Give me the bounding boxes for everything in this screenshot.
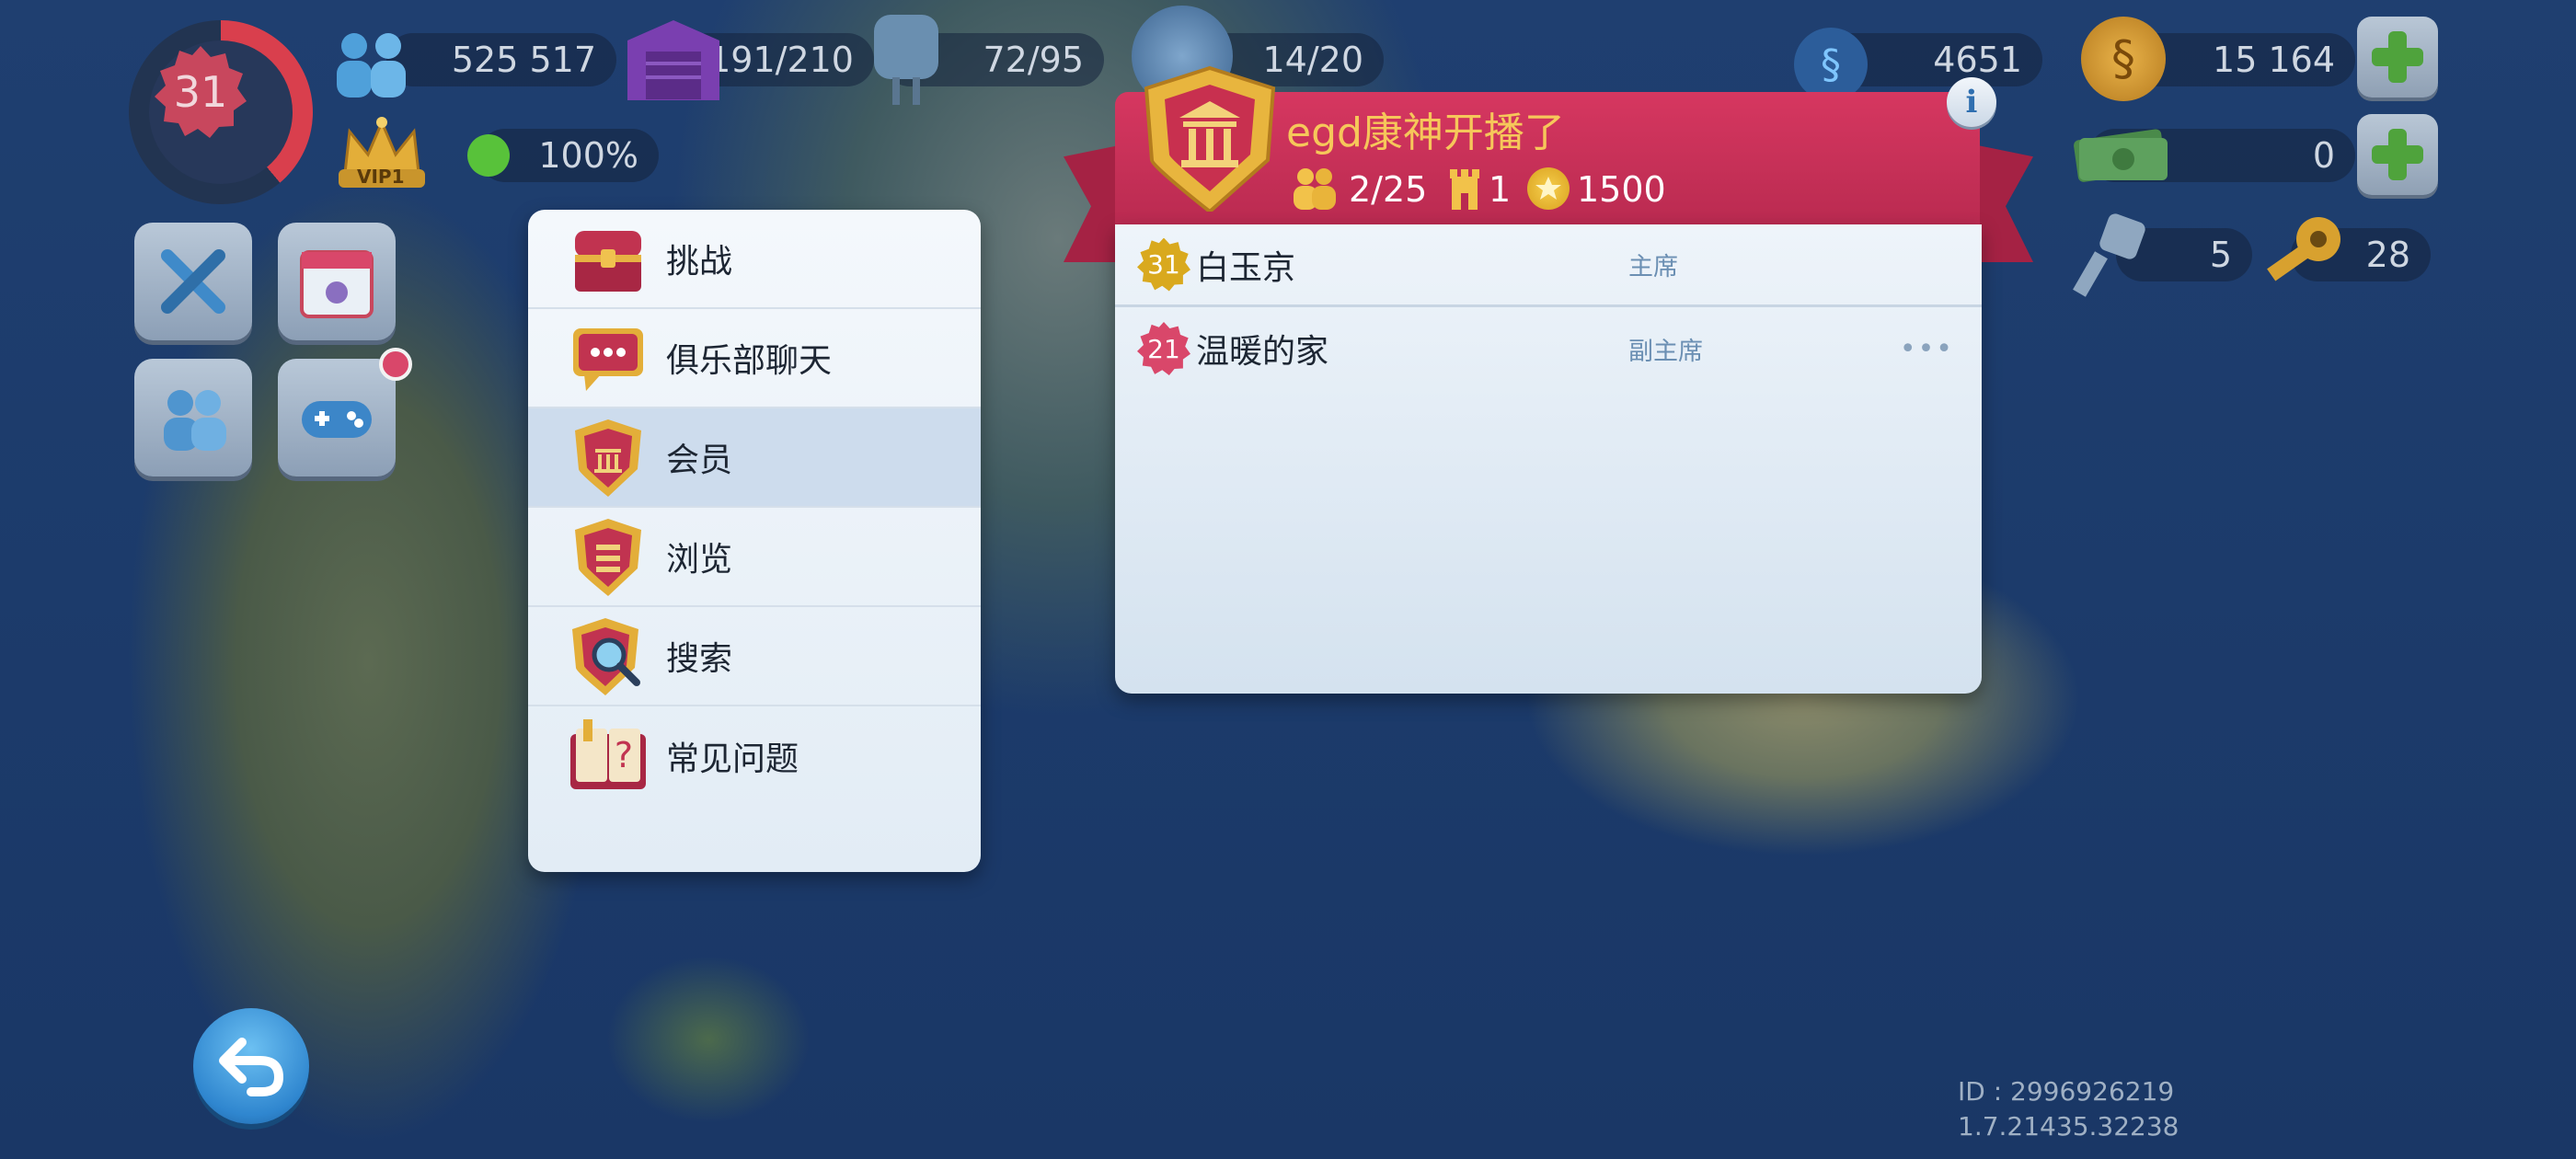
list-shield-icon (567, 515, 650, 598)
wrench-screwdriver-icon (161, 249, 225, 314)
population-icon (322, 28, 423, 101)
club-points: 1500 (1577, 169, 1666, 210)
events-calendar-button[interactable] (278, 223, 396, 340)
members-count: 2/25 (1349, 169, 1428, 210)
member-name: 温暖的家 (1196, 333, 1329, 371)
menu-item-label: 俱乐部聊天 (666, 342, 833, 380)
water-tower-icon (865, 6, 948, 107)
club-wars-tower-icon (1446, 167, 1483, 210)
game-version: 1.7.21435.32238 (1958, 1111, 2179, 1142)
club-wars-count: 1 (1489, 169, 1512, 210)
platinum-key-icon (2070, 212, 2153, 300)
calendar-icon (300, 250, 374, 318)
menu-item-label: 会员 (666, 442, 733, 479)
menu-item-label: 浏览 (666, 541, 733, 579)
menu-item-label: 搜索 (666, 640, 733, 678)
menu-item-challenges[interactable]: 挑战 (528, 210, 981, 309)
water-value: 72/95 (983, 40, 1084, 80)
member-more-options-button[interactable]: ••• (1900, 333, 1954, 365)
menu-item-faq[interactable]: ? 常见问题 (528, 706, 981, 806)
member-role: 主席 (1628, 253, 1678, 281)
club-people-icon (164, 390, 226, 451)
menu-item-label: 挑战 (666, 243, 733, 281)
add-simcash-button[interactable] (2357, 114, 2438, 195)
neosimoleon-icon: § (1794, 28, 1868, 101)
club-side-menu: 挑战 俱乐部聊天 会员 浏览 搜索 ? 常见问题 (528, 210, 981, 872)
storage-value: 191/210 (708, 40, 854, 80)
chat-bubble-icon (567, 316, 650, 399)
treasure-chest-icon (567, 217, 650, 300)
level-number: 31 (173, 67, 228, 117)
golden-keys-value: 28 (2365, 235, 2410, 275)
club-points-star-icon (1527, 167, 1570, 210)
magnifier-shield-icon (567, 614, 650, 697)
member-row[interactable]: 31 白玉京 主席 (1115, 224, 1982, 307)
platinum-keys-value: 5 (2209, 235, 2232, 275)
menu-item-members[interactable]: 会员 (528, 408, 981, 508)
menu-item-club-chat[interactable]: 俱乐部聊天 (528, 309, 981, 408)
happiness-value: 100% (538, 135, 638, 176)
faq-book-icon: ? (567, 715, 650, 798)
member-role: 副主席 (1628, 337, 1703, 366)
menu-item-label: 常见问题 (666, 740, 799, 778)
info-icon: i (1965, 84, 1978, 120)
neosimoleon-value: 4651 (1933, 40, 2022, 80)
level-progress-ring[interactable]: 31 (129, 20, 313, 204)
add-simoleons-button[interactable] (2357, 17, 2438, 98)
simoleon-coin-icon: § (2081, 17, 2166, 101)
happiness-smiley-icon (467, 134, 510, 177)
menu-item-search[interactable]: 搜索 (528, 607, 981, 706)
simcash-value: 0 (2312, 135, 2335, 176)
member-row[interactable]: 21 温暖的家 副主席 ••• (1115, 307, 1982, 390)
club-button[interactable] (134, 359, 252, 476)
member-level: 31 (1147, 249, 1180, 280)
plus-icon (2372, 129, 2423, 180)
member-name: 白玉京 (1196, 248, 1296, 287)
club-info-button[interactable]: i (1947, 77, 1996, 127)
member-level: 21 (1147, 333, 1180, 364)
contest-game-button[interactable] (278, 359, 396, 476)
club-name: egd康神开播了 (1286, 109, 1565, 156)
plus-icon (2372, 31, 2423, 83)
club-shield-icon (567, 416, 650, 499)
player-id: ID : 2996926219 (1958, 1076, 2175, 1107)
simoleon-value: 15 164 (2213, 40, 2335, 80)
simcash-bills-icon (2070, 121, 2171, 188)
member-level-badge: 31 (1137, 237, 1190, 292)
member-level-badge: 21 (1137, 322, 1190, 375)
club-emblem-shield-icon (1141, 64, 1279, 214)
golden-key-icon (2258, 212, 2350, 300)
gamepad-icon (302, 401, 372, 438)
storage-building-icon (618, 13, 729, 105)
player-id-footer: ID : 2996926219 1.7.21435.32238 (1958, 1074, 2179, 1144)
members-count-icon (1288, 166, 1341, 212)
back-arrow-icon (219, 1038, 284, 1096)
club-members-panel: 31 白玉京 主席 21 温暖的家 副主席 ••• (1115, 224, 1982, 694)
vip-label: VIP1 (357, 166, 405, 188)
menu-item-browse[interactable]: 浏览 (528, 508, 981, 607)
back-button[interactable] (193, 1008, 309, 1124)
population-value: 525 517 (451, 40, 596, 80)
design-tools-button[interactable] (134, 223, 252, 340)
notification-dot-icon (379, 348, 412, 381)
svg-text:?: ? (615, 735, 633, 775)
